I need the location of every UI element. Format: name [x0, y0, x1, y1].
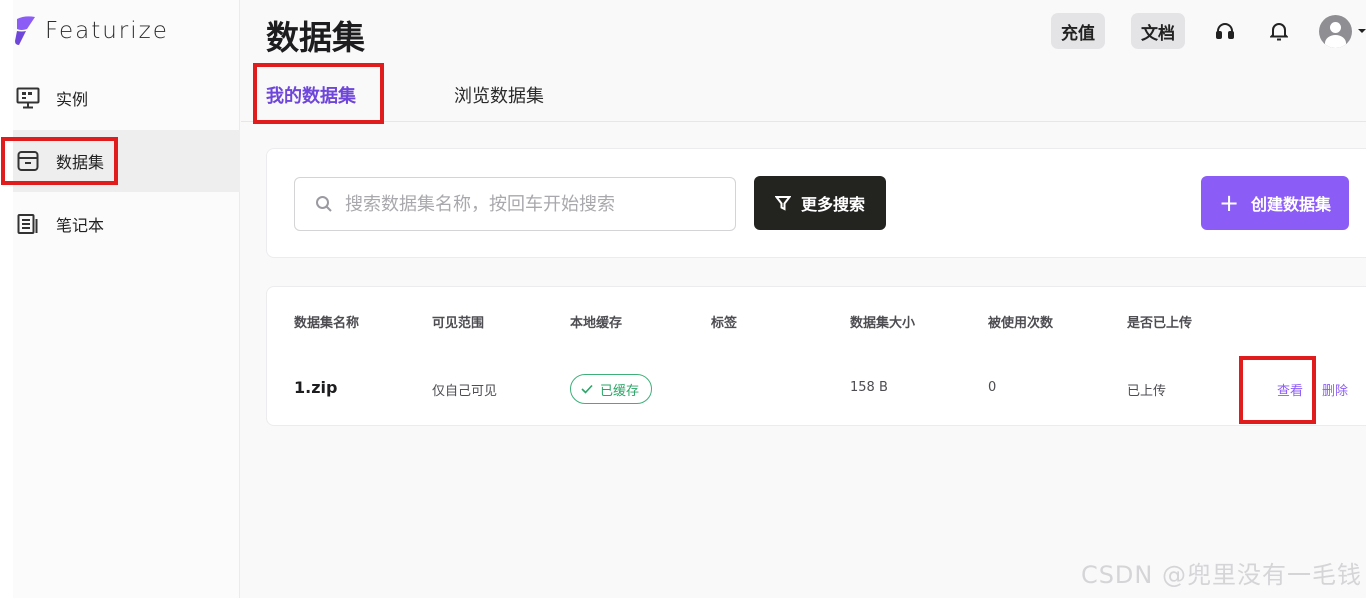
sidebar-item-label: 笔记本	[56, 216, 105, 235]
cache-status-badge: 已缓存	[570, 374, 653, 404]
tab-my-datasets[interactable]: 我的数据集	[266, 82, 356, 108]
sidebar-edge	[0, 0, 13, 598]
dataset-uploaded: 已上传	[1127, 384, 1167, 399]
tab-browse-datasets[interactable]: 浏览数据集	[454, 82, 544, 108]
recharge-button[interactable]: 充值	[1051, 13, 1105, 49]
bell-icon[interactable]	[1265, 17, 1293, 45]
sidebar-item-instances[interactable]: 实例	[13, 67, 240, 129]
column-header: 是否已上传	[1127, 316, 1193, 331]
sidebar-item-label: 实例	[56, 90, 89, 109]
sidebar-item-datasets[interactable]: 数据集	[13, 130, 240, 192]
more-search-button[interactable]: 更多搜索	[754, 176, 886, 230]
chevron-down-icon[interactable]	[1358, 27, 1366, 35]
main-content: 数据集 充值 文档 我的数据集 浏览数据集 搜索数据集名称，按回车开始搜索 更多…	[241, 0, 1366, 598]
notebook-icon	[16, 212, 40, 236]
check-icon	[581, 384, 593, 394]
dataset-size: 158 B	[850, 380, 888, 395]
column-header: 数据集大小	[850, 316, 916, 331]
column-header: 本地缓存	[570, 316, 623, 331]
filter-icon	[774, 196, 791, 211]
delete-link[interactable]: 删除	[1322, 380, 1348, 399]
sidebar-item-label: 数据集	[56, 153, 105, 172]
column-header: 标签	[711, 316, 738, 331]
dataset-uses: 0	[988, 380, 997, 395]
box-icon	[16, 149, 40, 173]
datasets-table: 数据集名称 可见范围 本地缓存 标签 数据集大小 被使用次数 是否已上传 1.z…	[266, 286, 1366, 426]
search-input[interactable]	[345, 193, 705, 215]
search-icon	[316, 196, 332, 212]
plus-icon: +	[1218, 189, 1240, 217]
create-dataset-button[interactable]: + 创建数据集	[1201, 176, 1349, 230]
column-header: 数据集名称	[294, 316, 360, 331]
featurize-logo-icon	[15, 16, 35, 45]
logo[interactable]: Featurize	[13, 13, 169, 49]
page-title: 数据集	[266, 18, 365, 57]
cache-status-label: 已缓存	[600, 383, 640, 399]
search-box[interactable]	[294, 177, 736, 231]
column-header: 可见范围	[432, 316, 485, 331]
view-link[interactable]: 查看	[1277, 380, 1303, 399]
top-toolbar: 充值 文档	[1051, 12, 1366, 50]
more-search-label: 更多搜索	[800, 195, 865, 214]
dataset-name[interactable]: 1.zip	[294, 378, 337, 397]
monitor-icon	[16, 86, 40, 110]
dataset-visibility: 仅自己可见	[432, 384, 498, 399]
sidebar: Featurize 实例 数据集 笔记本	[0, 0, 240, 598]
user-avatar[interactable]	[1319, 14, 1352, 48]
logo-text: Featurize	[45, 18, 169, 44]
tab-bar: 我的数据集 浏览数据集	[241, 62, 1366, 122]
watermark: CSDN @兜里没有一毛钱	[1080, 561, 1362, 589]
search-panel: 更多搜索 + 创建数据集	[266, 148, 1366, 258]
column-header: 被使用次数	[988, 316, 1054, 331]
docs-button[interactable]: 文档	[1131, 13, 1185, 49]
create-dataset-label: 创建数据集	[1251, 195, 1332, 214]
headset-icon[interactable]	[1211, 17, 1239, 45]
sidebar-item-notebooks[interactable]: 笔记本	[13, 193, 240, 255]
